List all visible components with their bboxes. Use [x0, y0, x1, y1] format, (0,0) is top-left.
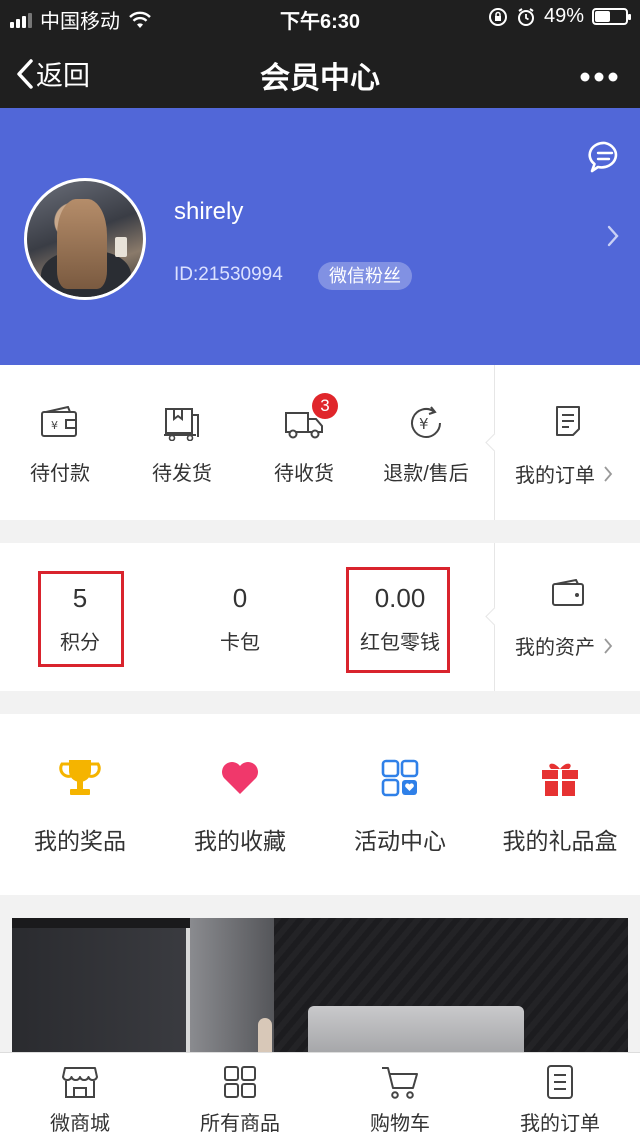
order-icon: [547, 1065, 573, 1099]
cart-icon: [382, 1067, 418, 1099]
message-button[interactable]: [588, 140, 622, 179]
user-id: ID:21530994: [174, 264, 283, 285]
order-item-label: 待付款: [30, 463, 90, 485]
asset-item-card-wallet[interactable]: 0 卡包: [180, 583, 300, 655]
shop-icon: [62, 1067, 98, 1098]
username: shirely: [174, 198, 244, 225]
order-status-card: ¥ 待付款 待发货 3 待收货 ¥ 退款/售后 我的订单: [0, 365, 640, 520]
more-dots-icon: [580, 72, 618, 82]
tab-all-products[interactable]: 所有商品: [160, 1063, 320, 1136]
wechat-fan-badge: 微信粉丝: [318, 262, 412, 290]
tab-my-orders[interactable]: 我的订单: [480, 1063, 640, 1136]
tab-cart[interactable]: 购物车: [320, 1063, 480, 1136]
order-item-refund[interactable]: ¥ 退款/售后: [366, 401, 486, 486]
order-item-to-ship[interactable]: 待发货: [122, 401, 242, 486]
order-item-label: 退款/售后: [383, 463, 469, 485]
assets-card: 5 积分 0 卡包 0.00 红包零钱 我的资产: [0, 543, 640, 691]
svg-text:¥: ¥: [51, 419, 58, 432]
feature-label: 我的礼品盒: [502, 828, 618, 854]
tab-label: 我的订单: [520, 1113, 600, 1135]
my-assets-button[interactable]: 我的资产: [494, 543, 640, 691]
feature-label: 活动中心: [354, 828, 446, 854]
features-card: 我的奖品 我的收藏 活动中心 我的礼品盒: [0, 714, 640, 895]
wallet-icon: ¥: [41, 406, 77, 437]
unread-count-badge: 3: [312, 393, 338, 419]
wallet-outline-icon: [551, 579, 584, 606]
back-button[interactable]: 返回: [14, 54, 90, 93]
page-title: 会员中心: [260, 62, 380, 95]
alarm-icon: [517, 7, 534, 26]
my-orders-label: 我的订单: [515, 465, 595, 487]
order-item-label: 待收货: [274, 463, 334, 485]
chevron-right-icon: [604, 637, 613, 654]
avatar[interactable]: [24, 178, 146, 300]
grid-icon: [224, 1066, 256, 1098]
chevron-right-icon: [607, 225, 619, 247]
feature-activity-center[interactable]: 活动中心: [320, 756, 480, 856]
chat-bubble-icon: [588, 141, 618, 173]
svg-text:¥: ¥: [419, 415, 429, 433]
profile-header: shirely ID:21530994 微信粉丝: [0, 108, 640, 365]
order-item-pending-payment[interactable]: ¥ 待付款: [0, 401, 120, 486]
tab-label: 所有商品: [200, 1113, 280, 1135]
order-list-icon: [555, 406, 580, 436]
order-item-label: 待发货: [152, 463, 212, 485]
back-label: 返回: [36, 61, 90, 91]
rotation-lock-icon: [488, 7, 507, 26]
heart-icon: [222, 762, 258, 794]
status-bar: 中国移动 下午6:30 49%: [0, 0, 640, 36]
tab-mall[interactable]: 微商城: [0, 1063, 160, 1136]
refund-icon: ¥: [411, 406, 441, 438]
laptop-product-image: [308, 1006, 524, 1058]
grid-heart-icon: [381, 759, 419, 797]
promo-banner[interactable]: [12, 918, 628, 1058]
feature-label: 我的收藏: [194, 828, 286, 854]
gift-icon: [542, 763, 578, 796]
bottom-tab-bar: 微商城 所有商品 购物车 我的订单: [0, 1052, 640, 1138]
feature-gift-box[interactable]: 我的礼品盒: [480, 756, 640, 856]
asset-item-red-packet[interactable]: 0.00 红包零钱: [340, 583, 460, 655]
battery-percent: 49%: [543, 5, 584, 27]
red-packet-label: 红包零钱: [360, 632, 440, 654]
package-icon: [164, 408, 199, 441]
battery-icon: [592, 8, 631, 25]
order-item-to-receive[interactable]: 3 待收货: [244, 393, 364, 486]
trophy-icon: [59, 760, 101, 795]
feature-label: 我的奖品: [34, 828, 126, 854]
card-wallet-value: 0: [232, 583, 248, 613]
feature-my-favorites[interactable]: 我的收藏: [160, 756, 320, 856]
card-wallet-label: 卡包: [220, 632, 260, 654]
profile-detail-button[interactable]: [606, 224, 620, 253]
red-packet-value: 0.00: [374, 583, 426, 613]
more-menu-button[interactable]: [580, 58, 618, 88]
my-orders-button[interactable]: 我的订单: [494, 365, 640, 520]
tab-label: 购物车: [370, 1113, 430, 1135]
points-label: 积分: [60, 632, 100, 654]
tab-label: 微商城: [50, 1113, 110, 1135]
points-value: 5: [72, 583, 88, 613]
my-assets-label: 我的资产: [515, 637, 595, 659]
asset-item-points[interactable]: 5 积分: [20, 583, 140, 655]
nav-bar: 返回 会员中心: [0, 36, 640, 108]
chevron-left-icon: [17, 58, 33, 89]
chevron-right-icon: [604, 465, 613, 482]
feature-my-prizes[interactable]: 我的奖品: [0, 756, 160, 856]
